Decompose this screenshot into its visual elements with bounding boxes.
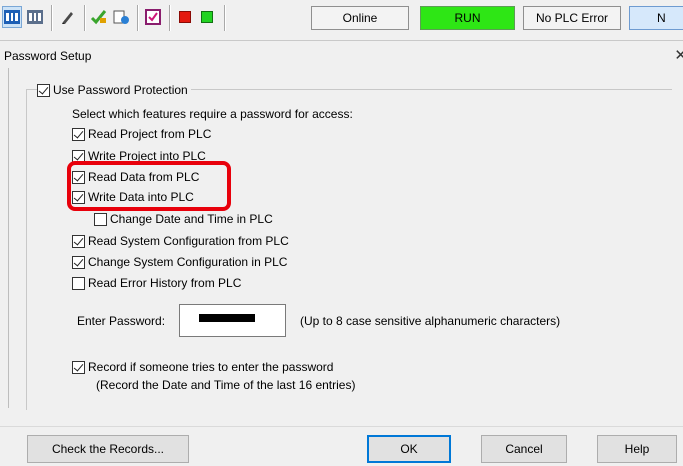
help-button[interactable]: Help — [597, 435, 677, 463]
record-label: Record if someone tries to enter the pas… — [88, 360, 334, 374]
feature-read-project[interactable]: Read Project from PLC — [72, 126, 211, 142]
cancel-label: Cancel — [505, 442, 543, 456]
diagnostics-icon[interactable] — [111, 6, 131, 28]
check-records-label: Check the Records... — [51, 442, 165, 456]
dialog-edge — [8, 68, 9, 408]
stop-square-icon[interactable] — [175, 6, 195, 28]
password-input[interactable] — [179, 304, 286, 337]
ok-button[interactable]: OK — [367, 435, 451, 463]
checkbox-box[interactable] — [72, 127, 85, 141]
feature-change-system-config[interactable]: Change System Configuration in PLC — [72, 254, 287, 270]
write-check-icon[interactable] — [89, 6, 109, 28]
checkbox-box[interactable] — [72, 234, 85, 248]
partial-status: N — [629, 6, 683, 30]
password-mask — [199, 314, 255, 322]
feature-label: Change Date and Time in PLC — [110, 212, 273, 226]
checklist-icon[interactable] — [143, 6, 163, 28]
feature-label: Read Project from PLC — [88, 127, 212, 141]
use-password-checkbox[interactable]: Use Password Protection — [37, 82, 191, 98]
help-label: Help — [624, 442, 650, 456]
monitor-stop-icon[interactable] — [25, 6, 45, 28]
plc-error-label: No PLC Error — [535, 11, 609, 25]
run-status: RUN — [420, 6, 515, 30]
instruction-text: Select which features require a password… — [72, 107, 353, 121]
online-status: Online — [311, 6, 409, 30]
checkbox-box[interactable] — [94, 212, 107, 226]
feature-label: Change System Configuration in PLC — [88, 255, 288, 269]
record-attempts-checkbox[interactable]: Record if someone tries to enter the pas… — [72, 359, 333, 375]
checkbox-box[interactable] — [72, 276, 85, 290]
highlight-box — [67, 161, 231, 211]
online-status-label: Online — [342, 11, 378, 25]
feature-label: Read Error History from PLC — [88, 276, 242, 290]
feature-read-error-history[interactable]: Read Error History from PLC — [72, 275, 241, 291]
feature-read-system-config[interactable]: Read System Configuration from PLC — [72, 233, 289, 249]
feature-label: Read System Configuration from PLC — [88, 234, 289, 248]
monitor-start-icon[interactable] — [2, 6, 22, 28]
record-note: (Record the Date and Time of the last 16… — [96, 378, 356, 392]
run-status-label: RUN — [454, 11, 481, 25]
checkbox-box[interactable] — [72, 360, 85, 374]
dialog-title: Password Setup — [4, 49, 92, 63]
password-label: Enter Password: — [77, 314, 166, 328]
password-hint: (Up to 8 case sensitive alphanumeric cha… — [300, 314, 561, 328]
edit-pencil-icon[interactable] — [58, 6, 78, 28]
use-password-label: Use Password Protection — [53, 83, 188, 97]
checkbox-box[interactable] — [37, 83, 50, 97]
divider — [0, 426, 683, 427]
checkbox-box[interactable] — [72, 255, 85, 269]
dialog-title-bar: Password Setup ✕ — [0, 45, 683, 67]
ok-label: OK — [400, 442, 418, 456]
cancel-button[interactable]: Cancel — [481, 435, 567, 463]
partial-status-label: N — [657, 11, 666, 25]
feature-change-date-time[interactable]: Change Date and Time in PLC — [94, 211, 273, 227]
close-icon[interactable]: ✕ — [674, 46, 683, 64]
toolbar: Online RUN No PLC Error N — [0, 0, 683, 41]
run-square-icon[interactable] — [197, 6, 217, 28]
plc-error-status: No PLC Error — [523, 6, 621, 30]
check-records-button[interactable]: Check the Records... — [27, 435, 189, 463]
